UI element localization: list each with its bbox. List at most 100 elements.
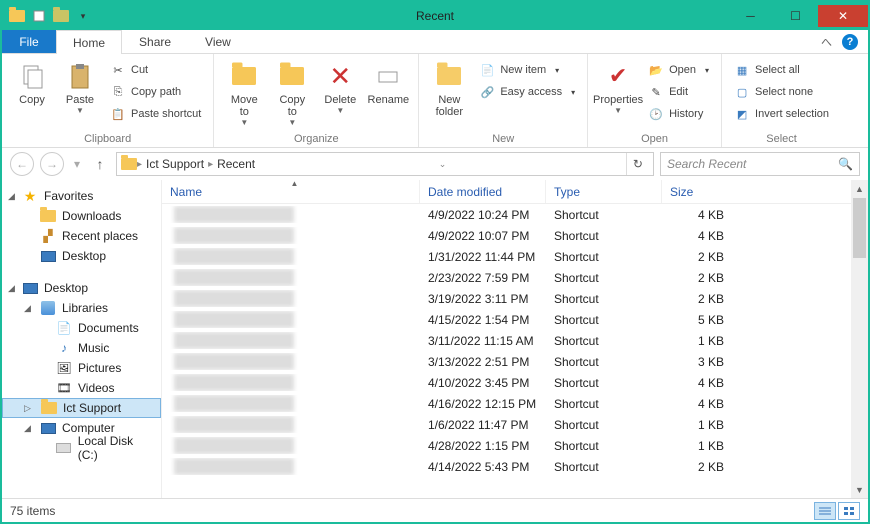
table-row[interactable]: 4/10/2022 3:45 PM Shortcut 4 KB (162, 372, 868, 393)
table-row[interactable]: 3/11/2022 11:15 AM Shortcut 1 KB (162, 330, 868, 351)
refresh-button[interactable]: ↻ (626, 153, 649, 175)
table-row[interactable]: 1/31/2022 11:44 PM Shortcut 2 KB (162, 246, 868, 267)
new-folder-button[interactable]: New folder (427, 58, 471, 118)
new-item-button[interactable]: 📄New item▾ (475, 60, 579, 80)
nav-recent-places[interactable]: ▞Recent places (2, 226, 161, 246)
help-icon[interactable]: ? (842, 34, 858, 50)
window-title: Recent (416, 9, 454, 23)
nav-local-disk[interactable]: Local Disk (C:) (2, 438, 161, 458)
breadcrumb[interactable]: ▸ Ict Support ▸ Recent ⌄ ↻ (116, 152, 654, 176)
table-row[interactable]: 1/6/2022 11:47 PM Shortcut 1 KB (162, 414, 868, 435)
drive-icon (56, 440, 72, 456)
col-type[interactable]: Type (546, 180, 662, 203)
nav-downloads[interactable]: Downloads (2, 206, 161, 226)
minimize-button[interactable]: ─ (728, 5, 773, 27)
scroll-thumb[interactable] (853, 198, 866, 258)
close-button[interactable]: ✕ (818, 5, 868, 27)
table-row[interactable]: 3/19/2022 3:11 PM Shortcut 2 KB (162, 288, 868, 309)
item-count: 75 items (10, 504, 55, 518)
address-dropdown-icon[interactable]: ⌄ (435, 159, 451, 170)
cell-type: Shortcut (546, 271, 662, 285)
open-button[interactable]: 📂Open▾ (644, 60, 713, 80)
nav-pictures[interactable]: 🖼Pictures (2, 358, 161, 378)
cell-type: Shortcut (546, 313, 662, 327)
search-icon[interactable]: 🔍 (838, 157, 853, 171)
delete-button[interactable]: ✕Delete▼ (318, 58, 362, 115)
recent-locations-button[interactable]: ▾ (70, 152, 84, 176)
documents-icon: 📄 (56, 320, 72, 336)
table-row[interactable]: 2/23/2022 7:59 PM Shortcut 2 KB (162, 267, 868, 288)
nav-ict-support[interactable]: ▷Ict Support (2, 398, 161, 418)
back-button[interactable]: ← (10, 152, 34, 176)
cell-size: 4 KB (662, 376, 732, 390)
properties-button[interactable]: ✔Properties▼ (596, 58, 640, 115)
paste-shortcut-button[interactable]: 📋Paste shortcut (106, 104, 205, 124)
tab-file[interactable]: File (2, 30, 56, 53)
nav-libraries[interactable]: ◢Libraries (2, 298, 161, 318)
select-none-button[interactable]: ▢Select none (730, 82, 833, 102)
cell-size: 4 KB (662, 229, 732, 243)
paste-button[interactable]: Paste▼ (58, 58, 102, 115)
nav-music[interactable]: ♪Music (2, 338, 161, 358)
up-button[interactable]: ↑ (90, 156, 110, 172)
copy-path-button[interactable]: ⎘Copy path (106, 82, 205, 102)
newfolder-icon[interactable] (52, 7, 70, 25)
vertical-scrollbar[interactable]: ▲ ▼ (851, 180, 868, 498)
rename-button[interactable]: Rename (366, 58, 410, 106)
cell-type: Shortcut (546, 418, 662, 432)
move-to-button[interactable]: Move to▼ (222, 58, 266, 127)
forward-button[interactable]: → (40, 152, 64, 176)
easy-access-button[interactable]: 🔗Easy access▾ (475, 82, 579, 102)
select-all-button[interactable]: ▦Select all (730, 60, 833, 80)
table-row[interactable]: 4/9/2022 10:24 PM Shortcut 4 KB (162, 204, 868, 225)
tab-share[interactable]: Share (122, 30, 188, 53)
cell-date: 4/15/2022 1:54 PM (420, 313, 546, 327)
breadcrumb-current[interactable]: Recent (213, 157, 259, 171)
table-row[interactable]: 4/15/2022 1:54 PM Shortcut 5 KB (162, 309, 868, 330)
icons-view-button[interactable] (838, 502, 860, 520)
qat-dropdown-icon[interactable]: ▾ (74, 7, 92, 25)
cell-size: 2 KB (662, 271, 732, 285)
table-row[interactable]: 4/9/2022 10:07 PM Shortcut 4 KB (162, 225, 868, 246)
computer-icon (40, 420, 56, 436)
table-row[interactable]: 4/16/2022 12:15 PM Shortcut 4 KB (162, 393, 868, 414)
folder-icon[interactable] (8, 7, 26, 25)
cell-size: 5 KB (662, 313, 732, 327)
column-headers[interactable]: ▲Name Date modified Type Size (162, 180, 868, 204)
ribbon-collapse-icon[interactable]: へ (821, 34, 832, 50)
cell-type: Shortcut (546, 397, 662, 411)
cell-size: 1 KB (662, 439, 732, 453)
nav-desktop-fav[interactable]: Desktop (2, 246, 161, 266)
tab-home[interactable]: Home (56, 30, 122, 54)
details-view-button[interactable] (814, 502, 836, 520)
col-date[interactable]: Date modified (420, 180, 546, 203)
copy-to-button[interactable]: Copy to▼ (270, 58, 314, 127)
cell-type: Shortcut (546, 376, 662, 390)
edit-button[interactable]: ✎Edit (644, 82, 713, 102)
search-placeholder: Search Recent (667, 157, 746, 171)
nav-documents[interactable]: 📄Documents (2, 318, 161, 338)
history-button[interactable]: 🕑History (644, 104, 713, 124)
cell-type: Shortcut (546, 292, 662, 306)
cell-size: 1 KB (662, 418, 732, 432)
tab-view[interactable]: View (188, 30, 248, 53)
cell-type: Shortcut (546, 334, 662, 348)
col-name[interactable]: ▲Name (162, 180, 420, 203)
cut-button[interactable]: ✂Cut (106, 60, 205, 80)
table-row[interactable]: 4/14/2022 5:43 PM Shortcut 2 KB (162, 456, 868, 477)
col-size[interactable]: Size (662, 180, 868, 203)
cell-date: 3/11/2022 11:15 AM (420, 334, 546, 348)
maximize-button[interactable]: ☐ (773, 5, 818, 27)
table-row[interactable]: 3/13/2022 2:51 PM Shortcut 3 KB (162, 351, 868, 372)
table-row[interactable]: 4/28/2022 1:15 PM Shortcut 1 KB (162, 435, 868, 456)
nav-favorites[interactable]: ◢★Favorites (2, 186, 161, 206)
invert-selection-button[interactable]: ◩Invert selection (730, 104, 833, 124)
breadcrumb-root[interactable]: Ict Support (142, 157, 208, 171)
search-input[interactable]: Search Recent 🔍 (660, 152, 860, 176)
nav-desktop[interactable]: ◢Desktop (2, 278, 161, 298)
properties-icon[interactable] (30, 7, 48, 25)
nav-videos[interactable]: 🎞Videos (2, 378, 161, 398)
copy-button[interactable]: Copy (10, 58, 54, 106)
navigation-pane[interactable]: ◢★Favorites Downloads ▞Recent places Des… (2, 180, 162, 498)
cell-date: 1/6/2022 11:47 PM (420, 418, 546, 432)
